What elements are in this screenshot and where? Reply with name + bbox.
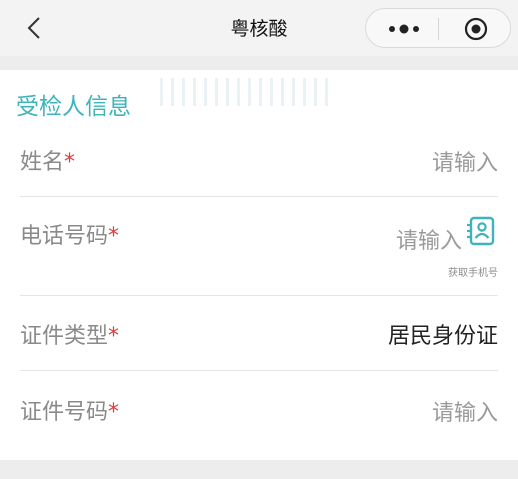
name-input[interactable]: 请输入	[432, 145, 498, 177]
id-number-input[interactable]: 请输入	[432, 395, 498, 427]
name-label: 姓名*	[20, 150, 76, 175]
navigation-bar: 粤核酸	[0, 0, 518, 56]
section-title: 受检人信息	[16, 94, 131, 120]
mini-program-capsule	[365, 8, 511, 48]
contact-card-icon[interactable]	[466, 216, 496, 246]
required-mark: *	[108, 400, 120, 425]
more-options-icon[interactable]	[384, 22, 424, 36]
phone-input[interactable]: 请输入	[396, 223, 462, 255]
phone-field-row[interactable]: 电话号码* 请输入 获取手机号	[20, 196, 498, 296]
decorative-pattern	[160, 78, 330, 106]
examinee-info-card: 受检人信息 姓名* 请输入 电话号码* 请输入 获取手机号 证件类型* 居民身份…	[0, 70, 518, 460]
get-phone-number-link[interactable]: 获取手机号	[448, 264, 498, 279]
name-field-row[interactable]: 姓名* 请输入	[20, 130, 498, 197]
phone-label: 电话号码*	[20, 224, 120, 249]
capsule-divider	[438, 18, 439, 40]
id-number-field-row[interactable]: 证件号码* 请输入	[20, 370, 498, 445]
close-mini-program-icon[interactable]	[463, 16, 489, 42]
required-mark: *	[108, 324, 120, 349]
id-type-select[interactable]: 居民身份证	[388, 318, 498, 350]
required-mark: *	[64, 150, 76, 175]
required-mark: *	[108, 224, 120, 249]
id-type-label: 证件类型*	[20, 324, 120, 349]
id-type-field-row[interactable]: 证件类型* 居民身份证	[20, 295, 498, 371]
id-number-label: 证件号码*	[20, 400, 120, 425]
